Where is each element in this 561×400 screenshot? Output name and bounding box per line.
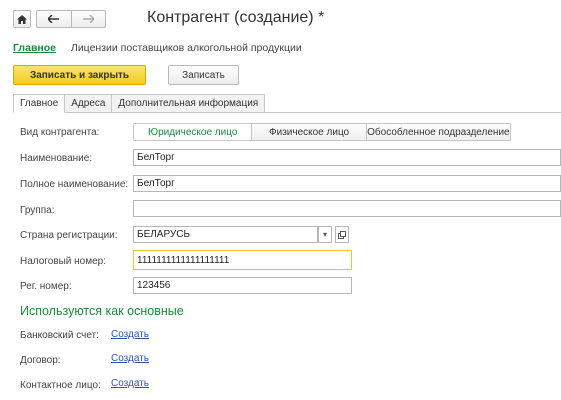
tab-additional-info[interactable]: Дополнительная информация — [112, 94, 266, 113]
save-button[interactable]: Записать — [168, 65, 239, 85]
create-contract-link[interactable]: Создать — [111, 353, 149, 364]
kind-option-legal[interactable]: Юридическое лицо — [134, 124, 253, 140]
bank-account-label: Банковский счет: — [20, 330, 99, 341]
name-label: Наименование: — [20, 153, 93, 164]
kind-option-individual[interactable]: Физическое лицо — [252, 124, 367, 140]
country-label: Страна регистрации: — [20, 230, 118, 241]
back-button[interactable] — [37, 11, 72, 27]
tab-addresses[interactable]: Адреса — [65, 94, 113, 113]
tax-number-field[interactable]: 1111111111111111111 — [133, 250, 352, 270]
group-label: Группа: — [20, 205, 55, 216]
tab-bar: Главное Адреса Дополнительная информация — [13, 94, 266, 113]
reg-number-field[interactable]: 123456 — [133, 277, 352, 294]
fullname-field[interactable]: БелТорг — [133, 175, 561, 192]
country-dropdown-button[interactable]: ▾ — [318, 226, 332, 243]
defaults-heading: Используются как основные — [20, 304, 184, 318]
name-field[interactable]: БелТорг — [133, 149, 561, 166]
country-open-button[interactable] — [335, 226, 349, 243]
fullname-label: Полное наименование: — [20, 179, 129, 190]
forward-button[interactable] — [72, 11, 106, 27]
chevron-down-icon: ▾ — [322, 230, 327, 239]
link-main[interactable]: Главное — [13, 42, 56, 54]
save-and-close-button[interactable]: Записать и закрыть — [13, 65, 146, 85]
kind-option-branch[interactable]: Обособленное подразделение — [367, 124, 510, 140]
reg-label: Рег. номер: — [20, 281, 72, 292]
create-contact-link[interactable]: Создать — [111, 378, 149, 389]
section-links: Главное Лицензии поставщиков алкогольной… — [13, 42, 302, 54]
home-icon — [17, 14, 27, 24]
home-button[interactable] — [13, 10, 31, 28]
contract-label: Договор: — [20, 355, 61, 366]
tax-label: Налоговый номер: — [20, 256, 107, 267]
history-nav — [36, 10, 106, 28]
open-link-icon — [338, 230, 346, 239]
group-field[interactable] — [133, 200, 561, 217]
kind-label: Вид контрагента: — [20, 127, 100, 138]
arrow-right-icon — [82, 15, 94, 23]
contact-person-label: Контактное лицо: — [20, 380, 101, 391]
country-field[interactable]: БЕЛАРУСЬ — [133, 226, 318, 243]
page-title: Контрагент (создание) * — [147, 9, 325, 26]
link-licenses[interactable]: Лицензии поставщиков алкогольной продукц… — [71, 42, 302, 54]
arrow-left-icon — [48, 15, 60, 23]
kind-selector: Юридическое лицо Физическое лицо Обособл… — [133, 123, 511, 141]
create-bank-account-link[interactable]: Создать — [111, 329, 149, 340]
tab-main[interactable]: Главное — [13, 94, 66, 113]
